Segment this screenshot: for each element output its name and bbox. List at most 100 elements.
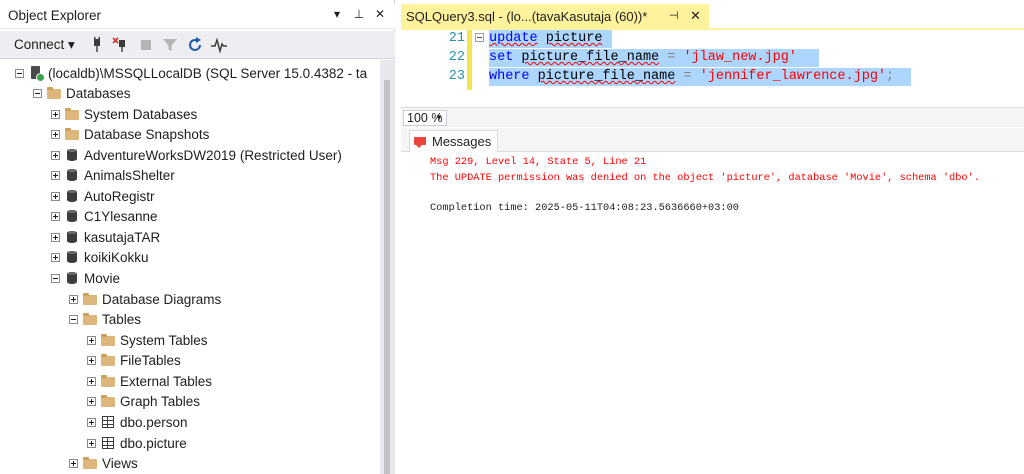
- collapse-toggle[interactable]: [15, 68, 24, 78]
- code-token: =: [683, 69, 692, 84]
- tree-node-label: C1Ylesanne: [84, 208, 158, 224]
- stop-icon[interactable]: [137, 36, 155, 54]
- zoom-dropdown[interactable]: 100 % ▼: [403, 110, 447, 126]
- editor-status-strip: 100 % ▼: [401, 107, 1024, 127]
- expand-toggle[interactable]: [69, 294, 78, 304]
- code-token: picture_file_name: [537, 69, 676, 84]
- tree-node-databases[interactable]: Databases: [33, 83, 131, 103]
- tree-node-label: AnimalsShelter: [84, 167, 175, 183]
- object-explorer-tree: (localdb)\MSSQLLocalDB (SQL Server 15.0.…: [0, 60, 380, 474]
- disconnect-plug-icon[interactable]: [112, 36, 130, 54]
- results-tab-bar: Messages: [401, 128, 1024, 152]
- code-line: update picture: [489, 31, 602, 46]
- expand-toggle[interactable]: [51, 232, 60, 242]
- expand-toggle[interactable]: [51, 150, 60, 160]
- tree-node-system-tables[interactable]: System Tables: [87, 330, 208, 350]
- tree-node-external-tables[interactable]: External Tables: [87, 371, 212, 391]
- tree-node-label: kasutajaTAR: [84, 229, 161, 245]
- sql-code-editor[interactable]: 21 22 23 update picture set picture_file…: [401, 30, 1024, 106]
- tree-node-label: System Tables: [120, 332, 208, 348]
- tab-messages[interactable]: Messages: [409, 130, 499, 152]
- tree-node-database[interactable]: AdventureWorksDW2019 (Restricted User): [51, 145, 342, 165]
- tree-node-label: (localdb)\MSSQLLocalDB (SQL Server 15.0.…: [48, 65, 368, 81]
- tree-node-database-movie[interactable]: Movie: [51, 268, 120, 288]
- expand-toggle[interactable]: [51, 109, 60, 119]
- close-tab-icon[interactable]: ✕: [690, 8, 701, 24]
- expand-toggle[interactable]: [51, 252, 60, 262]
- code-token: 'jennifer_lawrence.jpg': [699, 69, 887, 84]
- tree-node-label: koikiKokku: [84, 249, 149, 265]
- tree-node-table-person[interactable]: dbo.person: [87, 412, 188, 432]
- expand-toggle[interactable]: [87, 376, 96, 386]
- expand-toggle[interactable]: [51, 211, 60, 221]
- tree-node-filetables[interactable]: FileTables: [87, 350, 181, 370]
- expand-toggle[interactable]: [87, 438, 96, 448]
- collapse-toggle[interactable]: [33, 88, 42, 98]
- tree-node-database[interactable]: AutoRegistr: [51, 186, 155, 206]
- tree-node-database-snapshots[interactable]: Database Snapshots: [51, 124, 209, 144]
- database-icon: [64, 271, 80, 285]
- tree-node-label: AdventureWorksDW2019 (Restricted User): [84, 147, 342, 163]
- tree-node-database[interactable]: C1Ylesanne: [51, 206, 158, 226]
- database-icon: [64, 148, 80, 162]
- tree-node-table-picture[interactable]: dbo.picture: [87, 433, 187, 453]
- close-pane-icon[interactable]: ✕: [371, 7, 389, 21]
- expand-toggle[interactable]: [51, 170, 60, 180]
- connect-button[interactable]: Connect ▾: [14, 37, 75, 53]
- tree-node-database[interactable]: koikiKokku: [51, 247, 149, 267]
- tree-node-label: dbo.picture: [120, 435, 187, 451]
- code-token: where: [489, 69, 530, 84]
- pin-tab-icon[interactable]: ⊣: [669, 9, 679, 22]
- connect-plug-icon[interactable]: [88, 36, 106, 54]
- tree-node-tables[interactable]: Tables: [69, 309, 141, 329]
- expand-toggle[interactable]: [51, 129, 60, 139]
- tree-node-views[interactable]: Views: [69, 453, 138, 473]
- code-collapse-toggle[interactable]: [475, 33, 484, 42]
- tree-node-database-diagrams[interactable]: Database Diagrams: [69, 289, 221, 309]
- code-token: update: [489, 31, 538, 46]
- folder-icon: [100, 333, 116, 347]
- code-token: picture_file_name: [521, 50, 660, 65]
- code-token: 'jlaw_new.jpg': [683, 50, 797, 65]
- expand-toggle[interactable]: [51, 191, 60, 201]
- line-number: 22: [448, 50, 465, 65]
- tree-node-database[interactable]: kasutajaTAR: [51, 227, 160, 247]
- messages-panel[interactable]: Msg 229, Level 14, State 5, Line 21 The …: [401, 153, 1024, 474]
- window-position-dropdown-icon[interactable]: ▾: [328, 7, 346, 21]
- document-tab-strip: SQLQuery3.sql - (lo...(tavaKasutaja (60)…: [401, 4, 1024, 30]
- tab-label: Messages: [432, 134, 492, 149]
- expand-toggle[interactable]: [87, 355, 96, 365]
- expand-toggle[interactable]: [87, 417, 96, 427]
- tree-node-server[interactable]: (localdb)\MSSQLLocalDB (SQL Server 15.0.…: [15, 63, 367, 83]
- object-explorer-pane: Object Explorer ▾ ⊥ ✕ Connect ▾ (localdb…: [0, 0, 395, 474]
- table-icon: [100, 415, 116, 429]
- object-explorer-scrollbar[interactable]: [380, 60, 395, 474]
- scrollbar-thumb[interactable]: [384, 80, 390, 474]
- folder-icon: [64, 127, 80, 141]
- expand-toggle[interactable]: [87, 335, 96, 345]
- line-number: 21: [448, 31, 465, 46]
- error-message-line: The UPDATE permission was denied on the …: [430, 172, 980, 184]
- filter-icon[interactable]: [161, 36, 179, 54]
- refresh-icon[interactable]: [186, 36, 204, 54]
- tab-sqlquery3[interactable]: SQLQuery3.sql - (lo...(tavaKasutaja (60)…: [401, 4, 709, 30]
- tree-node-system-databases[interactable]: System Databases: [51, 104, 197, 124]
- expand-toggle[interactable]: [87, 396, 96, 406]
- tab-title: SQLQuery3.sql - (lo...(tavaKasutaja (60)…: [406, 9, 648, 24]
- tree-node-label: Graph Tables: [120, 393, 201, 409]
- folder-icon: [100, 374, 116, 388]
- collapse-toggle[interactable]: [69, 314, 78, 324]
- tree-node-database[interactable]: AnimalsShelter: [51, 165, 175, 185]
- auto-hide-pin-icon[interactable]: ⊥: [350, 7, 368, 21]
- collapse-toggle[interactable]: [51, 273, 60, 283]
- tree-node-label: Database Diagrams: [102, 291, 222, 307]
- database-icon: [64, 209, 80, 223]
- tree-node-graph-tables[interactable]: Graph Tables: [87, 391, 200, 411]
- expand-toggle[interactable]: [69, 458, 78, 468]
- activity-monitor-icon[interactable]: [210, 36, 228, 54]
- tree-node-label: Database Snapshots: [84, 126, 210, 142]
- folder-icon: [100, 394, 116, 408]
